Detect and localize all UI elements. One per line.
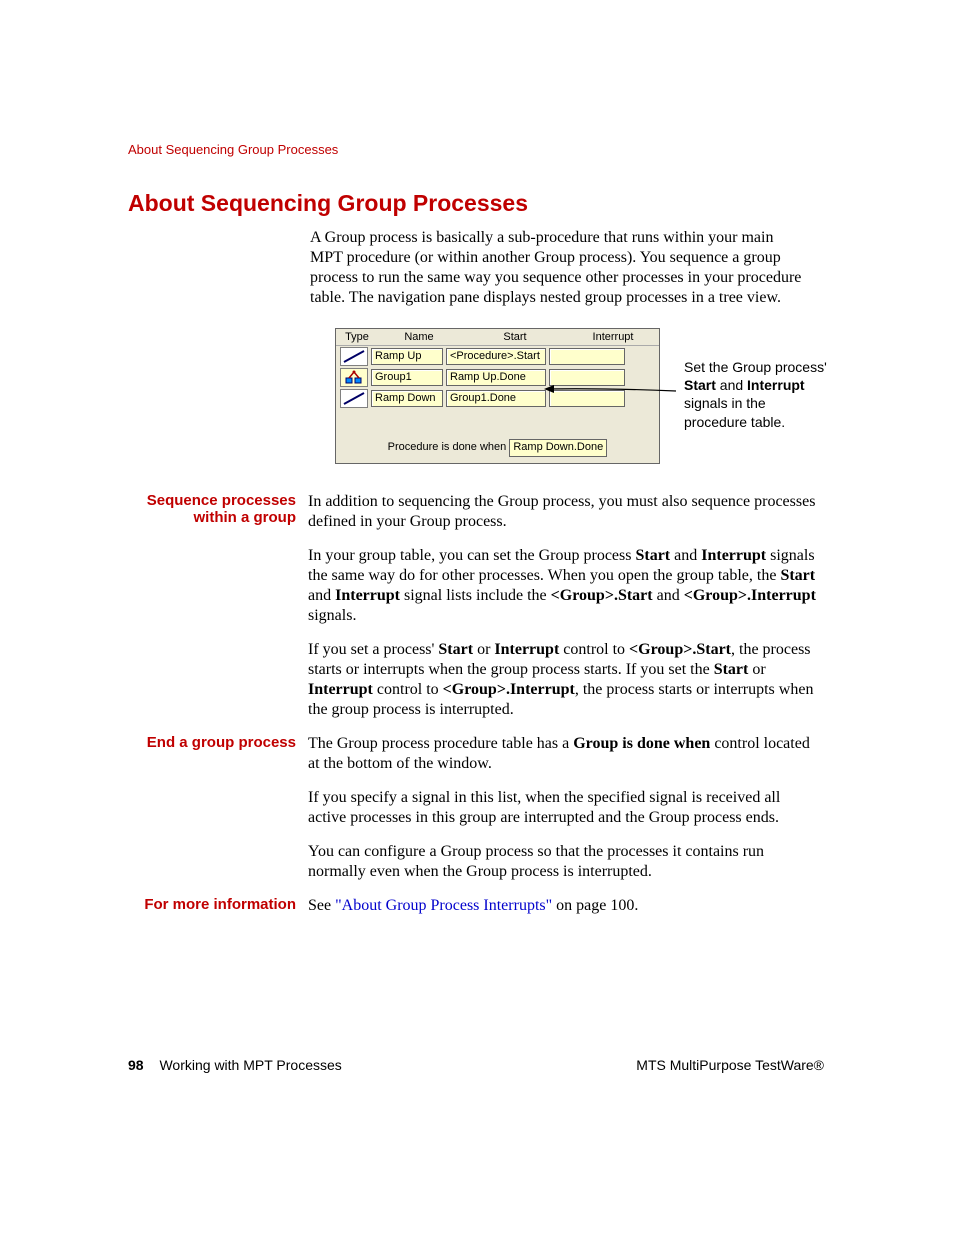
name-cell: Group1 [371, 369, 443, 386]
product-name: MTS MultiPurpose TestWare® [636, 1057, 824, 1073]
group-icon [340, 368, 368, 387]
col-header-type: Type [336, 329, 378, 345]
done-when-row: Procedure is done when Ramp Down.Done [336, 439, 659, 457]
page-number: 98 [128, 1057, 144, 1073]
start-cell: <Procedure>.Start [446, 348, 546, 365]
name-cell: Ramp Up [371, 348, 443, 365]
paragraph: The Group process procedure table has a … [308, 734, 818, 774]
table-row: Group1 Ramp Up.Done [336, 367, 659, 388]
col-header-start: Start [460, 329, 570, 345]
paragraph: You can configure a Group process so tha… [308, 842, 818, 882]
start-cell: Group1.Done [446, 390, 546, 407]
interrupt-cell [549, 348, 625, 365]
paragraph: In your group table, you can set the Gro… [308, 546, 818, 626]
callout-text: Set the Group process' Start and Interru… [684, 358, 829, 431]
page-footer: 98 Working with MPT Processes MTS MultiP… [128, 1057, 824, 1073]
cross-reference-link[interactable]: "About Group Process Interrupts" [335, 897, 552, 914]
ramp-icon [340, 347, 368, 366]
done-when-value: Ramp Down.Done [509, 439, 607, 457]
section-sequence: Sequence processes within a group In add… [128, 492, 818, 734]
section-end: End a group process The Group process pr… [128, 734, 818, 896]
paragraph: In addition to sequencing the Group proc… [308, 492, 818, 532]
col-header-name: Name [378, 329, 460, 345]
interrupt-cell [549, 369, 625, 386]
start-cell: Ramp Up.Done [446, 369, 546, 386]
ramp-icon [340, 389, 368, 408]
running-header: About Sequencing Group Processes [128, 142, 338, 157]
procedure-table-figure: Type Name Start Interrupt Ramp Up <Proce… [335, 328, 660, 464]
intro-paragraph: A Group process is basically a sub-proce… [310, 228, 810, 308]
col-header-interrupt: Interrupt [570, 329, 656, 345]
page-title: About Sequencing Group Processes [128, 190, 528, 217]
section-more-info: For more information See "About Group Pr… [128, 896, 818, 930]
chapter-title: Working with MPT Processes [159, 1057, 341, 1073]
table-header-row: Type Name Start Interrupt [336, 329, 659, 346]
paragraph: See "About Group Process Interrupts" on … [308, 896, 818, 916]
paragraph: If you specify a signal in this list, wh… [308, 788, 818, 828]
section-label: Sequence processes within a group [128, 492, 308, 734]
table-row: Ramp Down Group1.Done [336, 388, 659, 409]
section-label: For more information [128, 896, 308, 930]
name-cell: Ramp Down [371, 390, 443, 407]
table-row: Ramp Up <Procedure>.Start [336, 346, 659, 367]
interrupt-cell [549, 390, 625, 407]
paragraph: If you set a process' Start or Interrupt… [308, 640, 818, 720]
section-label: End a group process [128, 734, 308, 896]
done-when-label: Procedure is done when [388, 441, 507, 453]
